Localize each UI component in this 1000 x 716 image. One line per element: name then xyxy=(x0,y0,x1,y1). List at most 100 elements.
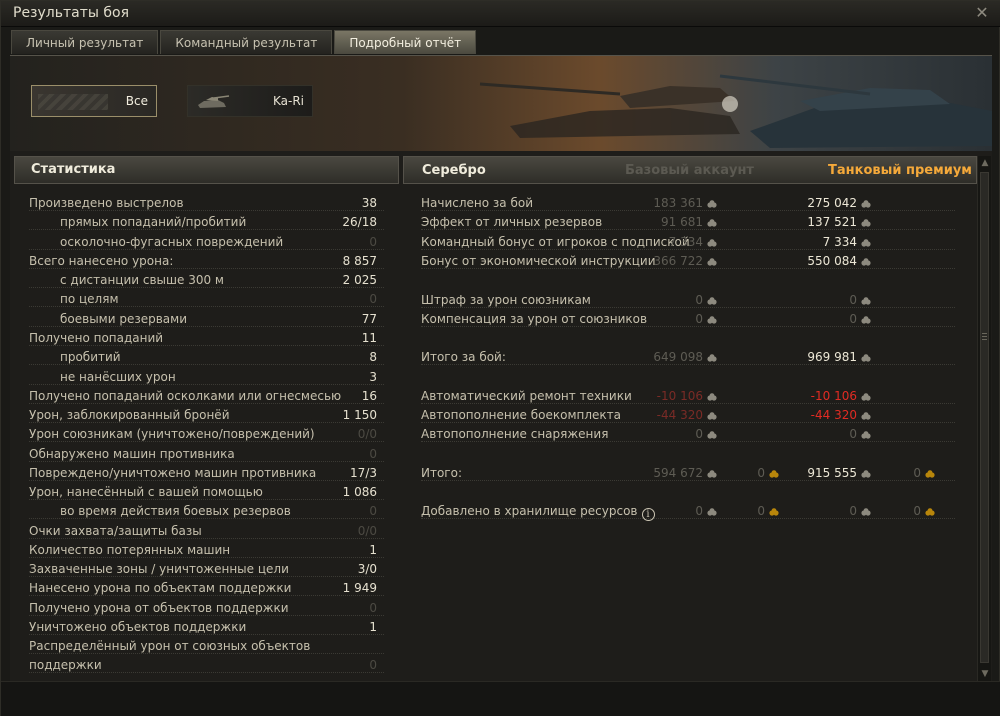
stats-header: Статистика xyxy=(14,156,399,184)
premium-value: -10 106 xyxy=(811,389,871,403)
stat-row: поддержки 0 xyxy=(14,656,399,675)
premium-value: -44 320 xyxy=(811,408,871,422)
leader-dots xyxy=(29,210,384,211)
stat-label: Произведено выстрелов xyxy=(29,196,184,210)
silver-label: Автоматический ремонт техники xyxy=(421,389,632,403)
silver-label: Эффект от личных резервов xyxy=(421,215,603,229)
leader-dots xyxy=(29,364,384,365)
stat-label: осколочно-фугасных повреждений xyxy=(60,235,284,249)
stat-label: Распределённый урон от союзных объектов xyxy=(29,639,311,653)
credits-icon xyxy=(861,470,871,478)
stat-row: Повреждено/уничтожено машин противника 17… xyxy=(14,464,399,483)
close-icon[interactable]: ✕ xyxy=(973,4,991,22)
stat-label: Урон, нанесённый с вашей помощью xyxy=(29,485,263,499)
silver-label: Добавлено в хранилище ресурсов i xyxy=(421,504,655,521)
stat-value: 8 xyxy=(369,350,377,364)
stat-label: Урон, заблокированный бронёй xyxy=(29,408,230,422)
stats-title: Статистика xyxy=(31,162,116,177)
credits-icon xyxy=(861,200,871,208)
stat-label: Обнаружено машин противника xyxy=(29,447,235,461)
stat-row: не нанёсших урон 3 xyxy=(14,368,399,387)
silver-row: Автоматический ремонт техники -10 106 -10 … xyxy=(403,387,977,406)
leader-dots xyxy=(29,306,384,307)
credits-icon xyxy=(861,239,871,247)
stat-row: Захваченные зоны / уничтоженные цели 3/0 xyxy=(14,560,399,579)
stat-label: прямых попаданий/пробитий xyxy=(60,215,247,229)
leader-dots xyxy=(421,249,955,250)
stats-panel: Статистика Произведено выстрелов 38 прямых… xyxy=(14,156,399,681)
premium-column: Танковый премиум xyxy=(828,163,972,178)
info-icon[interactable]: i xyxy=(641,508,655,521)
silver-label: Автопополнение снаряжения xyxy=(421,427,609,441)
base-value: 0 xyxy=(695,427,717,441)
silver-panel: Серебро Базовый аккаунт Танковый премиум… xyxy=(403,156,977,681)
base-value: 0 xyxy=(695,504,717,518)
silver-row: Автопополнение снаряжения 0 0 xyxy=(403,425,977,444)
tab-team[interactable]: Командный результат xyxy=(160,30,333,54)
credits-icon xyxy=(861,297,871,305)
stat-label: Нанесено урона по объектам поддержки xyxy=(29,581,292,595)
tab-bar: Личный результат Командный результат Под… xyxy=(11,30,477,54)
filter-vehicle[interactable]: Ka-Ri xyxy=(187,85,313,117)
scroll-thumb[interactable] xyxy=(980,172,989,663)
base-value: 649 098 xyxy=(653,350,717,364)
premium-value: 0 xyxy=(849,293,871,307)
scroll-down-icon[interactable]: ▼ xyxy=(978,667,992,681)
gold-icon xyxy=(925,508,935,516)
leader-dots xyxy=(421,422,955,423)
gold-icon xyxy=(769,470,779,478)
silver-label: Бонус от экономической инструкции xyxy=(421,254,656,268)
leader-dots xyxy=(29,287,384,288)
stat-row: Распределённый урон от союзных объектов xyxy=(14,637,399,656)
filter-all[interactable]: Все xyxy=(31,85,157,117)
stat-row: Получено попаданий 11 xyxy=(14,329,399,348)
filter-vehicle-label: Ka-Ri xyxy=(272,94,304,108)
titlebar: Результаты боя ✕ xyxy=(1,1,1000,27)
base-account-column: Базовый аккаунт xyxy=(625,163,754,178)
credits-icon xyxy=(707,219,717,227)
base-value: 91 681 xyxy=(661,215,717,229)
base-value: -44 320 xyxy=(657,408,717,422)
premium-value: 0 xyxy=(849,504,871,518)
stat-value: 0/0 xyxy=(357,524,377,538)
stat-row: осколочно-фугасных повреждений 0 xyxy=(14,233,399,252)
silver-row: Итого: 594 672 0 915 555 0 xyxy=(403,464,977,483)
credits-icon xyxy=(861,393,871,401)
tab-personal[interactable]: Личный результат xyxy=(11,30,159,54)
tab-detailed[interactable]: Подробный отчёт xyxy=(334,30,477,54)
credits-icon xyxy=(861,354,871,362)
stat-row: Урон союзникам (уничтожено/повреждений) 0… xyxy=(14,425,399,444)
premium-gold-value: 0 xyxy=(913,466,935,480)
silver-label: Командный бонус от игроков с подпиской xyxy=(421,235,690,249)
filter-all-label: Все xyxy=(125,94,148,108)
stat-label: с дистанции свыше 300 м xyxy=(60,273,224,287)
stat-value: 0 xyxy=(369,292,377,306)
stat-value: 0 xyxy=(369,235,377,249)
leader-dots xyxy=(421,364,955,365)
scroll-up-icon[interactable]: ▲ xyxy=(978,156,992,170)
leader-dots xyxy=(421,326,955,327)
stat-row: Получено урона от объектов поддержки 0 xyxy=(14,599,399,618)
leader-dots xyxy=(29,461,384,462)
leader-dots xyxy=(421,268,955,269)
base-value: 183 361 xyxy=(653,196,717,210)
leader-dots xyxy=(29,480,384,481)
credits-icon xyxy=(707,431,717,439)
stat-value: 11 xyxy=(361,331,377,345)
stat-row: пробитий 8 xyxy=(14,348,399,367)
window-title: Результаты боя xyxy=(13,5,129,21)
gold-icon xyxy=(769,508,779,516)
tank-icon xyxy=(198,95,230,108)
base-gold-value: 0 xyxy=(757,504,779,518)
stat-value: 3 xyxy=(369,370,377,384)
base-gold-value: 0 xyxy=(757,466,779,480)
leader-dots xyxy=(421,441,955,442)
stat-row: Произведено выстрелов 38 xyxy=(14,194,399,213)
credits-icon xyxy=(861,316,871,324)
stat-label: боевыми резервами xyxy=(60,312,187,326)
scrollbar[interactable]: ▲ ▼ xyxy=(977,156,991,681)
grip-icon xyxy=(982,333,987,341)
stat-value: 1 xyxy=(369,543,377,557)
stat-label: Очки захвата/защиты базы xyxy=(29,524,202,538)
premium-value: 0 xyxy=(849,427,871,441)
